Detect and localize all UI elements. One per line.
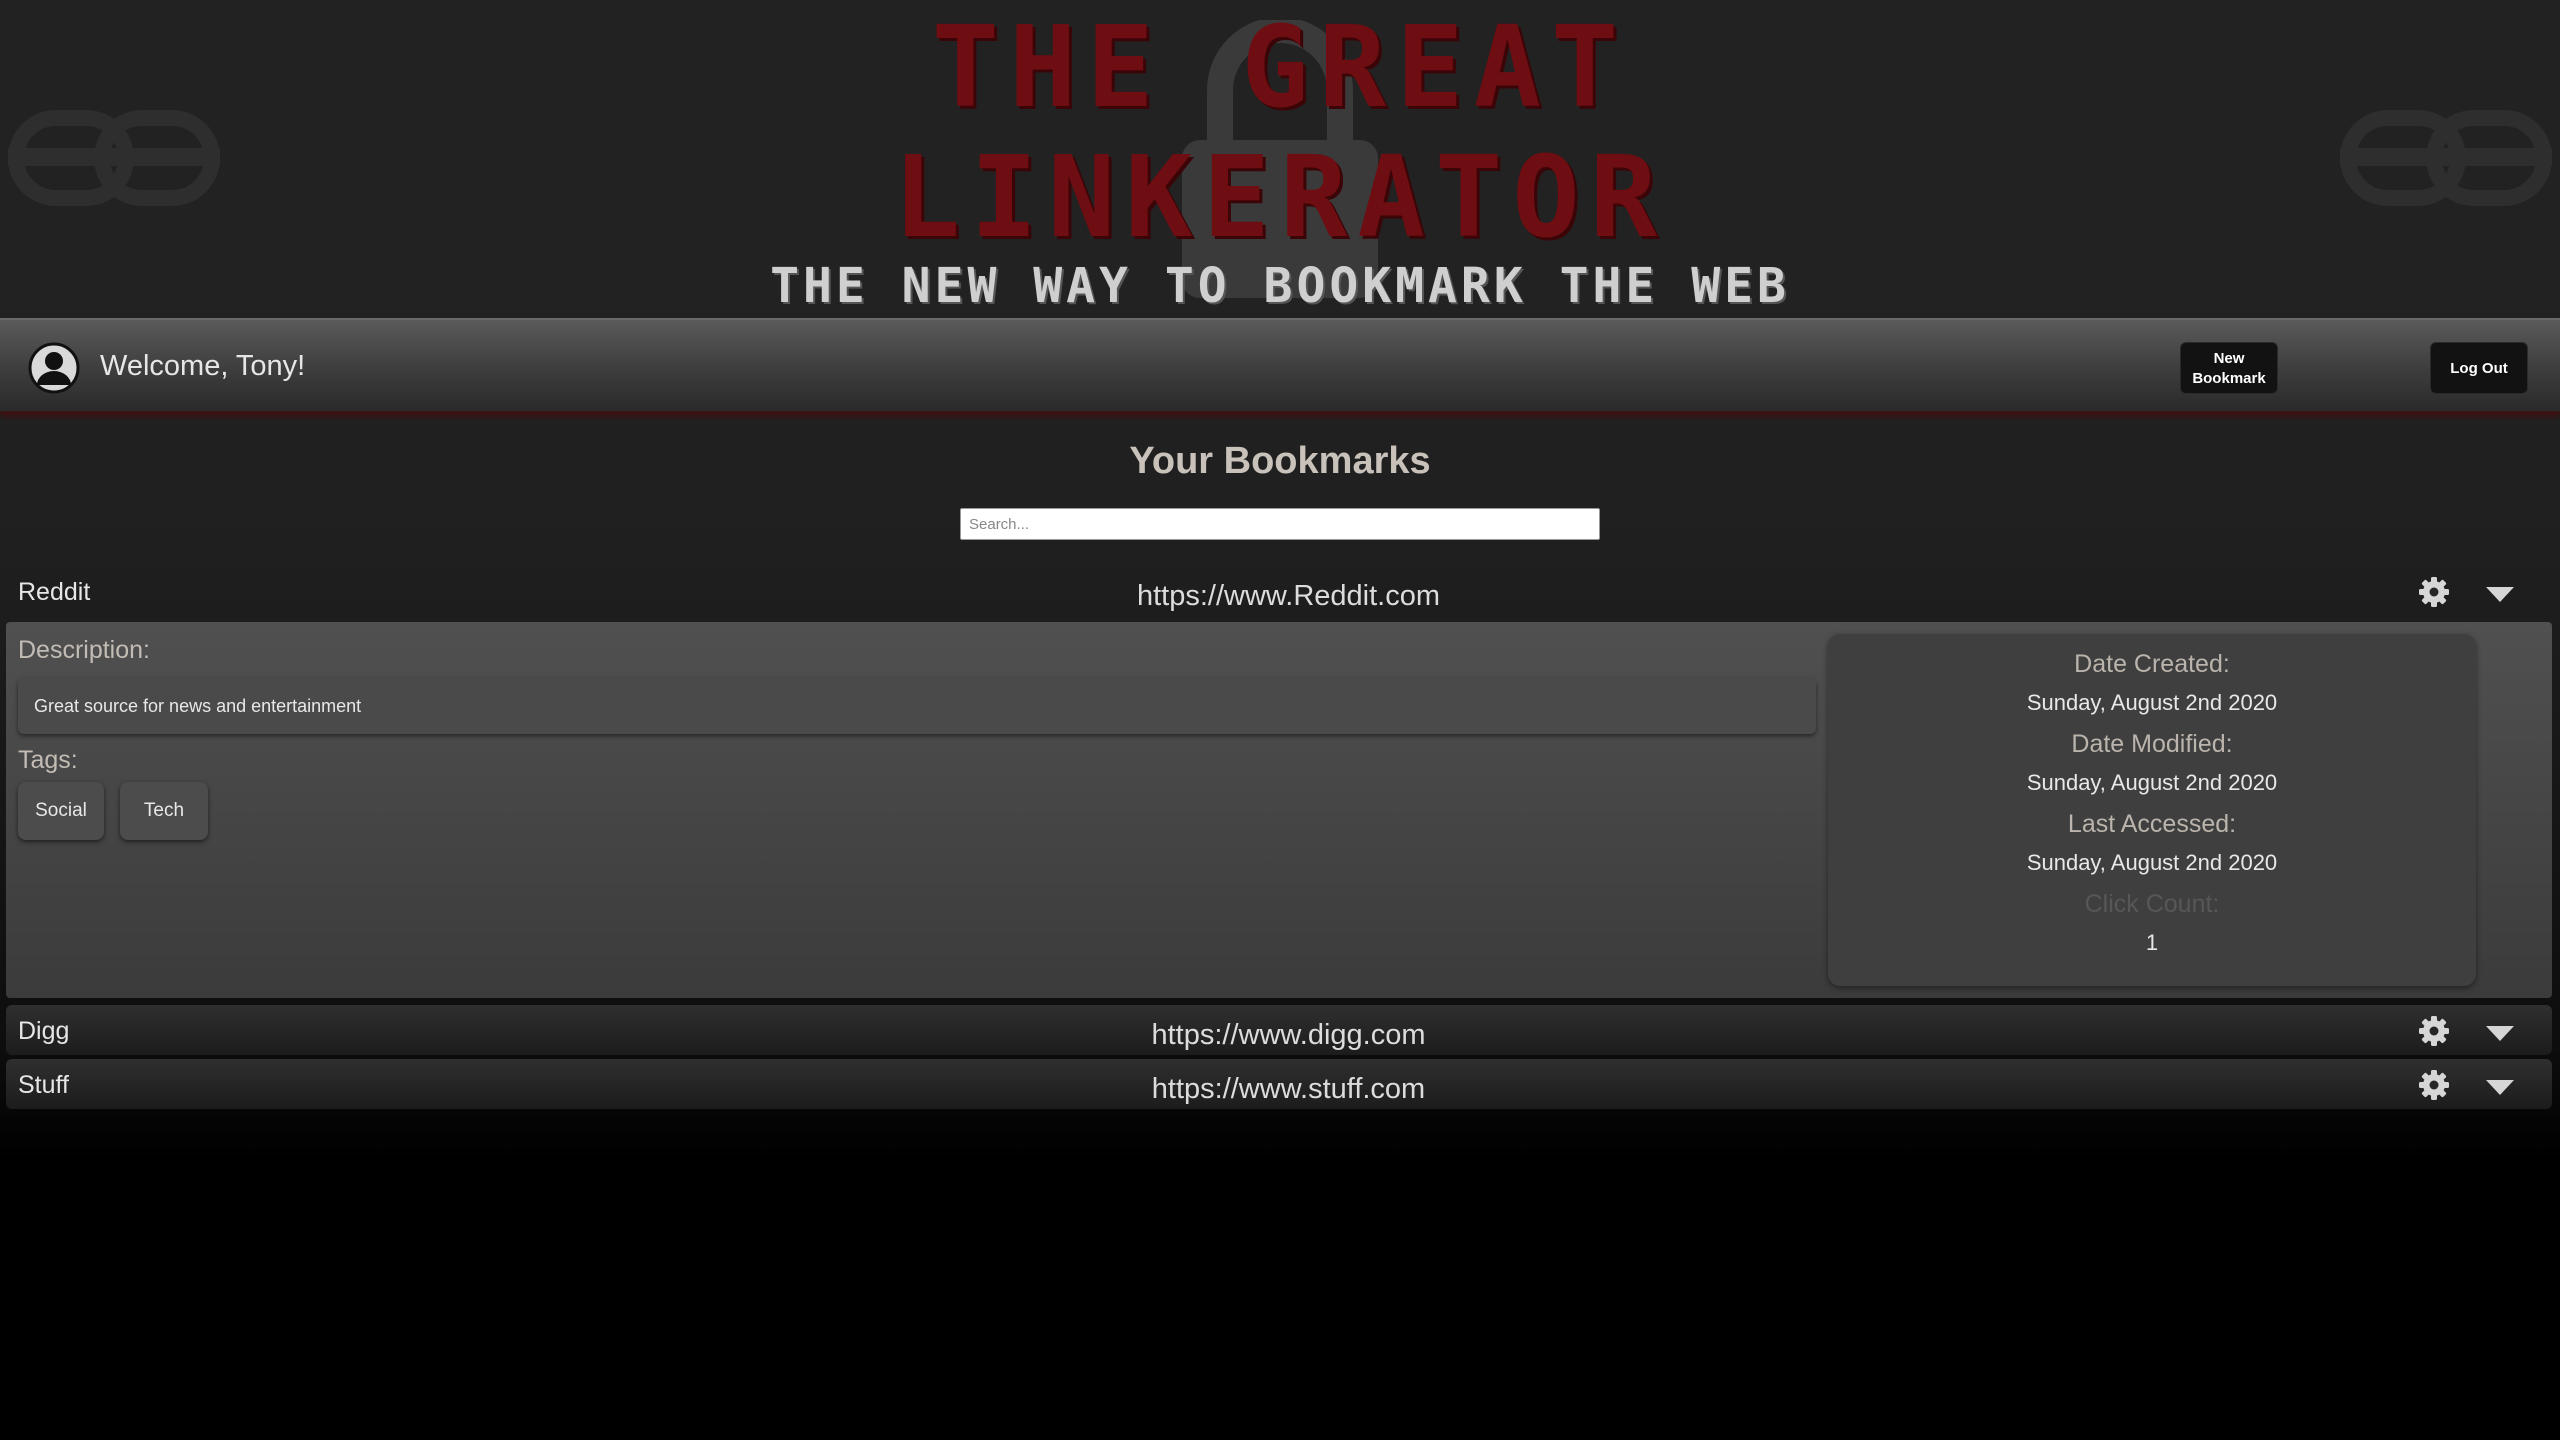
gear-icon[interactable]: [2418, 576, 2450, 608]
date-created-value: Sunday, August 2nd 2020: [2026, 690, 2278, 715]
date-modified-value: Sunday, August 2nd 2020: [2026, 770, 2278, 795]
description-label: Description:: [18, 636, 150, 664]
site-banner: THE GREAT LINKERATOR THE NEW WAY TO BOOK…: [0, 0, 2560, 318]
page-title: Your Bookmarks: [1129, 440, 1431, 482]
user-navbar: Welcome, Tony! New Bookmark Log Out: [0, 318, 2560, 414]
gear-icon[interactable]: [2418, 1015, 2450, 1047]
last-accessed-label: Last Accessed:: [2067, 810, 2237, 838]
caret-down-icon[interactable]: [2484, 1077, 2516, 1097]
bookmark-row-stuff[interactable]: Stuff https://www.stuff.com: [6, 1059, 2552, 1109]
site-title-line2: LINKERATOR: [892, 133, 1668, 263]
welcome-message: Welcome, Tony!: [100, 350, 306, 382]
new-bookmark-button[interactable]: New Bookmark: [2180, 342, 2278, 394]
user-avatar-icon[interactable]: [28, 342, 80, 394]
bookmark-row-digg[interactable]: Digg https://www.digg.com: [6, 1005, 2552, 1055]
click-count-value: 1: [2145, 930, 2159, 955]
date-created-label: Date Created:: [2074, 650, 2230, 678]
new-bookmark-label-line1: New: [2213, 350, 2245, 367]
tag-chip[interactable]: Tech: [120, 782, 208, 840]
bookmark-row-reddit[interactable]: Reddit https://www.Reddit.com: [6, 566, 2552, 616]
date-modified-label: Date Modified:: [2071, 730, 2233, 758]
description-text: Great source for news and entertainment: [18, 678, 1816, 734]
tag-chip[interactable]: Social: [18, 782, 104, 840]
bookmark-url[interactable]: https://www.Reddit.com: [6, 580, 2560, 613]
logout-button[interactable]: Log Out: [2430, 342, 2528, 394]
new-bookmark-label-line2: Bookmark: [2192, 370, 2266, 387]
last-accessed-value: Sunday, August 2nd 2020: [2026, 850, 2278, 875]
site-title-line1: THE GREAT: [931, 3, 1629, 133]
caret-down-icon[interactable]: [2484, 1023, 2516, 1043]
site-tagline: THE NEW WAY TO BOOKMARK THE WEB: [770, 258, 1790, 314]
search-input[interactable]: [960, 508, 1600, 540]
bookmark-url[interactable]: https://www.stuff.com: [6, 1073, 2560, 1106]
click-count-label: Click Count:: [2084, 890, 2220, 918]
caret-down-icon[interactable]: [2484, 584, 2516, 604]
tags-label: Tags:: [18, 746, 78, 774]
bookmark-metadata-panel: Date Created: Sunday, August 2nd 2020 Da…: [1828, 634, 2476, 986]
bookmark-url[interactable]: https://www.digg.com: [6, 1019, 2560, 1052]
gear-icon[interactable]: [2418, 1069, 2450, 1101]
bookmark-details-reddit: Description: Great source for news and e…: [6, 622, 2552, 998]
